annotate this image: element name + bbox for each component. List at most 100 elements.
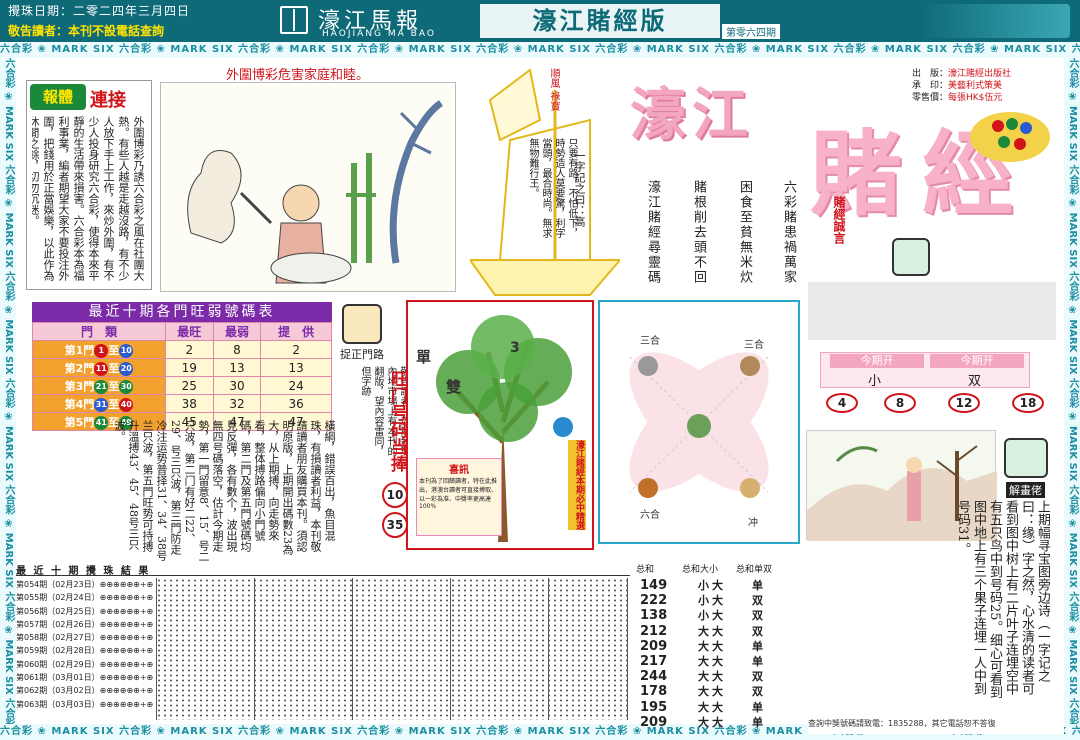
results-draw-list: 第054期（02月23日）⊕⊕⊕⊕⊕⊕+⊕ 第055期（02月24日）⊕⊕⊕⊕⊕⊕… <box>16 578 156 711</box>
word-riddle: 一字記之曰：高 <box>573 150 586 227</box>
max-cell: 25 <box>164 376 214 395</box>
table-header: 最弱 <box>212 322 262 341</box>
zodiac-label-tr: 三合 <box>744 340 764 351</box>
publisher-value: 濠江賭經出版社 <box>948 69 1012 79</box>
parity-value: 单 <box>752 654 766 668</box>
lottery-balls-icon <box>970 112 1050 162</box>
article-badge: 報體 <box>30 84 86 110</box>
range-word: 至 <box>108 343 120 357</box>
grid-separator <box>352 578 353 720</box>
next-draw-ball: 4 <box>826 393 858 413</box>
parity-value: 单 <box>752 700 766 714</box>
table-header: 門 類 <box>32 322 166 341</box>
hot-cold-table-title: 最近十期各門旺弱號碼表 <box>32 302 332 322</box>
range-end-ball: 20 <box>119 361 134 376</box>
door-name: 第3門 <box>64 379 95 393</box>
grid-separator <box>450 578 451 720</box>
results-dot-grid <box>156 578 628 720</box>
next-draw-ball: 18 <box>1012 393 1044 413</box>
tree-side-label: 濠江賭經本期必中精選 <box>568 440 586 530</box>
sum-value: 149 <box>640 578 668 593</box>
size-value: 大大 <box>698 715 726 729</box>
zodiac-label-bl: 六合 <box>640 510 660 521</box>
draw-row: 第059期（02月28日）⊕⊕⊕⊕⊕⊕+⊕ <box>16 646 154 656</box>
sum-parity-column: 单双双双单单双双单单 <box>752 578 766 730</box>
draw-date: 攪珠日期：二零二四年三月四日 <box>8 4 191 18</box>
size-value: 大大 <box>698 670 726 684</box>
book-icon <box>280 6 308 34</box>
sum-value: 195 <box>640 699 668 715</box>
next-draw-ball: 12 <box>948 393 980 413</box>
table-row: 第3門21至30 25 30 24 <box>32 376 332 395</box>
max-cell: 38 <box>164 394 214 413</box>
size-value: 大大 <box>698 654 726 668</box>
issue-number: 第零六四期 <box>722 24 780 39</box>
draw-row: 第060期（02月29日）⊕⊕⊕⊕⊕⊕+⊕ <box>16 659 154 669</box>
size-value: 小大 <box>698 579 726 592</box>
range-start-ball: 1 <box>94 343 109 358</box>
proverb-4: 濠江賭經尋靈碼 <box>645 180 660 285</box>
parity-value: 单 <box>752 715 766 729</box>
size-value: 小大 <box>698 594 726 608</box>
parity-value: 双 <box>752 685 766 699</box>
proverb-3: 賭根削去頭不回 <box>691 180 706 285</box>
header-decoration <box>920 4 1070 38</box>
door-cell: 第2門11至20 <box>32 358 166 377</box>
grid-separator <box>627 578 628 720</box>
boat-flag-text: 順風 祿寶 <box>548 68 559 112</box>
riddle-text: 上期幅寻宝图旁边诗（一字记之曰：缘）字之然，心水清的读者可看到图中树上有二片叶子… <box>955 500 1050 699</box>
offer-cell: 2 <box>260 340 332 359</box>
tree-label-single: 單 <box>416 348 432 366</box>
parity-value: 双 <box>752 670 766 684</box>
size-value: 大大 <box>698 700 726 714</box>
draw-row: 第057期（02月26日）⊕⊕⊕⊕⊕⊕+⊕ <box>16 619 154 629</box>
next-draw-ball: 8 <box>884 393 916 413</box>
grid-separator <box>254 578 255 720</box>
gray-panel <box>808 282 1056 340</box>
sum-value: 209 <box>640 638 668 654</box>
offer-cell: 24 <box>260 376 332 395</box>
max-cell: 19 <box>164 358 214 377</box>
table-row: 第1門 1 至10 2 8 2 <box>32 340 332 359</box>
printer-label: 承 印： <box>912 81 949 91</box>
inquiry-line: 查詢中獎號碼請致電：1835288，其它電話恕不答復 <box>808 718 1064 734</box>
catch-door-label: 捉正門路 <box>340 348 384 361</box>
tree-label-double: 雙 <box>446 378 462 396</box>
range-word: 至 <box>108 397 120 411</box>
grid-separator <box>156 578 157 720</box>
article-illustration <box>160 82 456 292</box>
door-name: 第2門 <box>64 361 95 375</box>
next-draw-parity: 双 <box>968 374 982 389</box>
good-news-title: 喜訊 <box>449 465 469 476</box>
article-badge-right: 連接 <box>90 90 126 111</box>
sum-value: 209 <box>640 714 668 730</box>
sum-value: 222 <box>640 593 668 609</box>
min-cell: 13 <box>212 358 262 377</box>
proverb-1: 六彩賭患禍萬家 <box>781 180 796 285</box>
pointing-hand-icon <box>1004 438 1048 478</box>
article-text: 外圍博彩乃誘六合彩之風在社團大熱。有些人越是走越沒路，有不少人放下手上工作，來炒… <box>32 116 145 281</box>
hot-number-2: 35 <box>382 512 408 538</box>
door-cell: 第1門 1 至10 <box>32 340 166 359</box>
riddle-label: 解畫佬 <box>1006 482 1045 498</box>
article-caption: 外圍博彩危害家庭和睦。 <box>226 68 370 83</box>
max-cell: 2 <box>164 340 214 359</box>
draw-row: 第058期（02月27日）⊕⊕⊕⊕⊕⊕+⊕ <box>16 633 154 643</box>
table-row: 第2門11至20 19 13 13 <box>32 358 332 377</box>
sum-header: 总和 <box>636 565 655 575</box>
sum-column: 149 222 138 212 209 217 244 178 195 209 <box>640 578 667 730</box>
proverb-2: 困食至貧無米炊 <box>737 180 752 285</box>
border-strip-right: 六合彩 ❀ MARK SIX 六合彩 ❀ MARK SIX 六合彩 ❀ MARK… <box>1064 58 1080 724</box>
parity-value: 双 <box>752 624 766 638</box>
parity-value: 双 <box>752 594 766 608</box>
sum-value: 217 <box>640 653 668 669</box>
draw-row: 第062期（03月02日）⊕⊕⊕⊕⊕⊕+⊕ <box>16 686 154 696</box>
min-cell: 32 <box>212 394 262 413</box>
next-draw-size: 小 <box>868 374 882 389</box>
sum-value: 178 <box>640 684 668 700</box>
next-draw-head-2: 今期开 <box>930 354 1024 368</box>
draw-row: 第054期（02月23日）⊕⊕⊕⊕⊕⊕+⊕ <box>16 580 154 589</box>
door-name: 第4門 <box>64 397 95 411</box>
border-strip-left: 六合彩 ❀ MARK SIX 六合彩 ❀ MARK SIX 六合彩 ❀ MARK… <box>0 58 16 724</box>
price-label: 零售價： <box>912 93 949 103</box>
